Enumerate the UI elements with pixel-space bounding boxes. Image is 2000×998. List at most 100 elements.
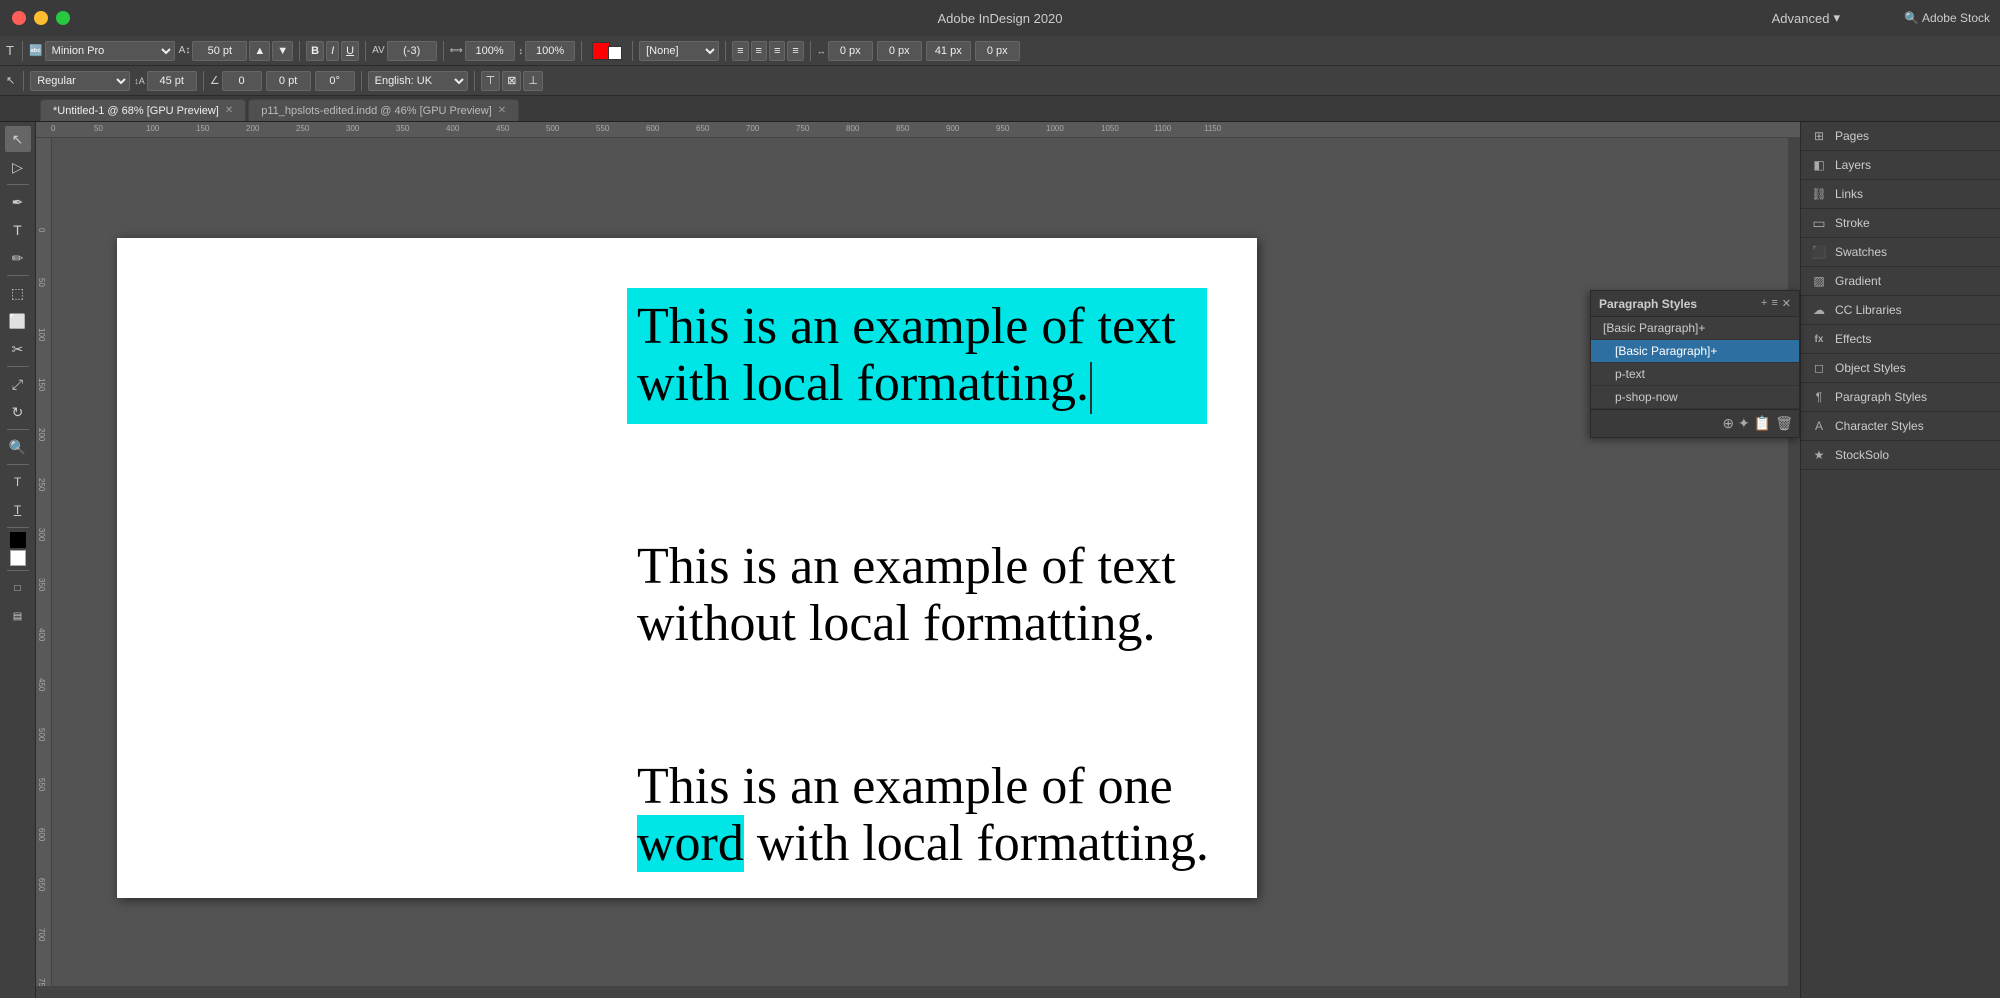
style-select[interactable]: Regular xyxy=(30,71,130,91)
leading-input[interactable] xyxy=(147,71,197,91)
selection-tool[interactable]: ↖ xyxy=(5,126,31,152)
ps-item-p-shop-now[interactable]: p-shop-now xyxy=(1591,386,1799,409)
close-button[interactable] xyxy=(12,11,26,25)
ruler-label-750: 750 xyxy=(796,124,809,133)
v-ruler-label-550: 550 xyxy=(37,778,46,791)
panel-paragraph-styles[interactable]: ¶ Paragraph Styles xyxy=(1801,383,2000,412)
language-select[interactable]: English: UK xyxy=(368,71,468,91)
pencil-tool[interactable]: ✏ xyxy=(5,245,31,271)
direct-selection-tool[interactable]: ▷ xyxy=(5,154,31,180)
ps-duplicate-btn[interactable]: 📋 xyxy=(1754,415,1771,432)
fontsize-down-btn[interactable]: ▼ xyxy=(272,41,293,61)
rotate-tool[interactable]: ↻ xyxy=(5,399,31,425)
horizontal-scrollbar[interactable] xyxy=(36,986,1800,998)
ps-new-style-btn[interactable]: + xyxy=(1761,297,1767,310)
align-top-btn[interactable]: ⊤ xyxy=(481,71,501,91)
panel-effects[interactable]: fx Effects xyxy=(1801,325,2000,354)
underline-btn[interactable]: U xyxy=(341,41,359,61)
kerning-input[interactable] xyxy=(387,41,437,61)
scale-w-input[interactable] xyxy=(465,41,515,61)
ps-panel-menu-btn[interactable]: ≡ xyxy=(1771,297,1777,310)
panel-stocksolo[interactable]: ★ StockSolo xyxy=(1801,441,2000,470)
align-right-btn[interactable]: ≡ xyxy=(769,41,785,61)
panel-gradient[interactable]: ▨ Gradient xyxy=(1801,267,2000,296)
ps-delete-btn[interactable]: 🗑 xyxy=(1775,415,1793,432)
rectangle-tool[interactable]: ⬜ xyxy=(5,308,31,334)
v-ruler-label-600: 600 xyxy=(37,828,46,841)
ps-item-p-text[interactable]: p-text xyxy=(1591,363,1799,386)
ruler-label-250: 250 xyxy=(296,124,309,133)
pen-tool[interactable]: ✒ xyxy=(5,189,31,215)
skew-input[interactable] xyxy=(222,71,262,91)
text-block-3[interactable]: This is an example of one word with loca… xyxy=(627,748,1307,882)
character-style-select[interactable]: [None] xyxy=(639,41,719,61)
minimize-button[interactable] xyxy=(34,11,48,25)
tab-untitled-close[interactable]: ✕ xyxy=(225,105,233,116)
ps-panel-footer: ⊕ ✦ 📋 🗑 xyxy=(1591,409,1799,437)
tracking-input[interactable] xyxy=(828,41,873,61)
rectangle-frame-tool[interactable]: ⬚ xyxy=(5,280,31,306)
sep4 xyxy=(443,41,444,61)
ps-item-basic[interactable]: [Basic Paragraph]+ xyxy=(1591,340,1799,363)
tab-untitled[interactable]: *Untitled-1 @ 68% [GPU Preview] ✕ xyxy=(40,99,246,121)
panel-swatches[interactable]: ⬛ Swatches xyxy=(1801,238,2000,267)
font-family-select[interactable]: Minion Pro xyxy=(45,41,175,61)
tab-hpslots[interactable]: p11_hpslots-edited.indd @ 46% [GPU Previ… xyxy=(248,99,519,121)
canvas[interactable]: This is an example of text with local fo… xyxy=(52,138,1788,986)
align-center-btn[interactable]: ≡ xyxy=(751,41,767,61)
panel-stocksolo-label: StockSolo xyxy=(1835,448,1889,462)
scissors-tool[interactable]: ✂ xyxy=(5,336,31,362)
text-block-2[interactable]: This is an example of text without local… xyxy=(627,528,1247,662)
mode-preview[interactable]: ▤ xyxy=(5,603,31,629)
type-tool[interactable]: T xyxy=(5,217,31,243)
vertical-type-tool[interactable]: T xyxy=(5,497,31,523)
zoom-tool[interactable]: 🔍 xyxy=(5,434,31,460)
text-block-1-highlighted[interactable]: This is an example of text with local fo… xyxy=(627,288,1207,424)
align-mid-btn[interactable]: ⊠ xyxy=(502,71,521,91)
stroke-swatch[interactable] xyxy=(10,550,26,566)
panel-pages-label: Pages xyxy=(1835,129,1869,143)
fill-swatch[interactable] xyxy=(10,532,26,548)
width-input[interactable] xyxy=(926,41,971,61)
baseline-input[interactable] xyxy=(266,71,311,91)
stroke-color-swatch[interactable] xyxy=(608,46,622,60)
baseline-shift-input[interactable] xyxy=(877,41,922,61)
panel-pages[interactable]: ⊞ Pages xyxy=(1801,122,2000,151)
right-panel: ⊞ Pages ◧ Layers ⛓ Links ▭ Stroke ⬛ Swat… xyxy=(1800,122,2000,998)
fontsize-up-btn[interactable]: ▲ xyxy=(249,41,270,61)
ps-redefine-btn[interactable]: ✦ xyxy=(1738,415,1750,432)
panel-stroke[interactable]: ▭ Stroke xyxy=(1801,209,2000,238)
ruler-label-1150: 1150 xyxy=(1204,124,1221,133)
height-input[interactable] xyxy=(975,41,1020,61)
scale-h-input[interactable] xyxy=(525,41,575,61)
effects-icon: fx xyxy=(1811,331,1827,347)
rotation-input[interactable] xyxy=(315,71,355,91)
ps-panel-close-btn[interactable]: ✕ xyxy=(1782,297,1791,310)
type-on-path-tool[interactable]: T xyxy=(5,469,31,495)
tab-hpslots-close[interactable]: ✕ xyxy=(498,105,506,116)
vertical-scrollbar[interactable] xyxy=(1788,138,1800,986)
search-area[interactable]: 🔍 Adobe Stock xyxy=(1904,11,1990,25)
stroke-icon: ▭ xyxy=(1811,215,1827,231)
align-justify-btn[interactable]: ≡ xyxy=(787,41,803,61)
align-left-btn[interactable]: ≡ xyxy=(732,41,748,61)
text3-word-highlight: word xyxy=(637,815,744,872)
bold-btn[interactable]: B xyxy=(306,41,324,61)
fullscreen-button[interactable] xyxy=(56,11,70,25)
mode-normal[interactable]: □ xyxy=(5,575,31,601)
free-transform-tool[interactable]: ⤢ xyxy=(5,371,31,397)
ps-item-basic-plus-header[interactable]: [Basic Paragraph]+ xyxy=(1591,317,1799,340)
panel-links[interactable]: ⛓ Links xyxy=(1801,180,2000,209)
font-size-input[interactable] xyxy=(192,41,247,61)
panel-character-styles[interactable]: A Character Styles xyxy=(1801,412,2000,441)
italic-btn[interactable]: I xyxy=(326,41,339,61)
ps-create-new-btn[interactable]: ⊕ xyxy=(1722,415,1734,432)
align-bottom-btn[interactable]: ⊥ xyxy=(523,71,543,91)
panel-layers[interactable]: ◧ Layers xyxy=(1801,151,2000,180)
ruler-label-150: 150 xyxy=(196,124,209,133)
panel-object-styles[interactable]: ◻ Object Styles xyxy=(1801,354,2000,383)
advanced-menu[interactable]: Advanced ▾ xyxy=(1772,10,1840,26)
scale-h-icon: ↕ xyxy=(519,46,524,56)
panel-cc-libraries[interactable]: ☁ CC Libraries xyxy=(1801,296,2000,325)
sep2 xyxy=(299,41,300,61)
